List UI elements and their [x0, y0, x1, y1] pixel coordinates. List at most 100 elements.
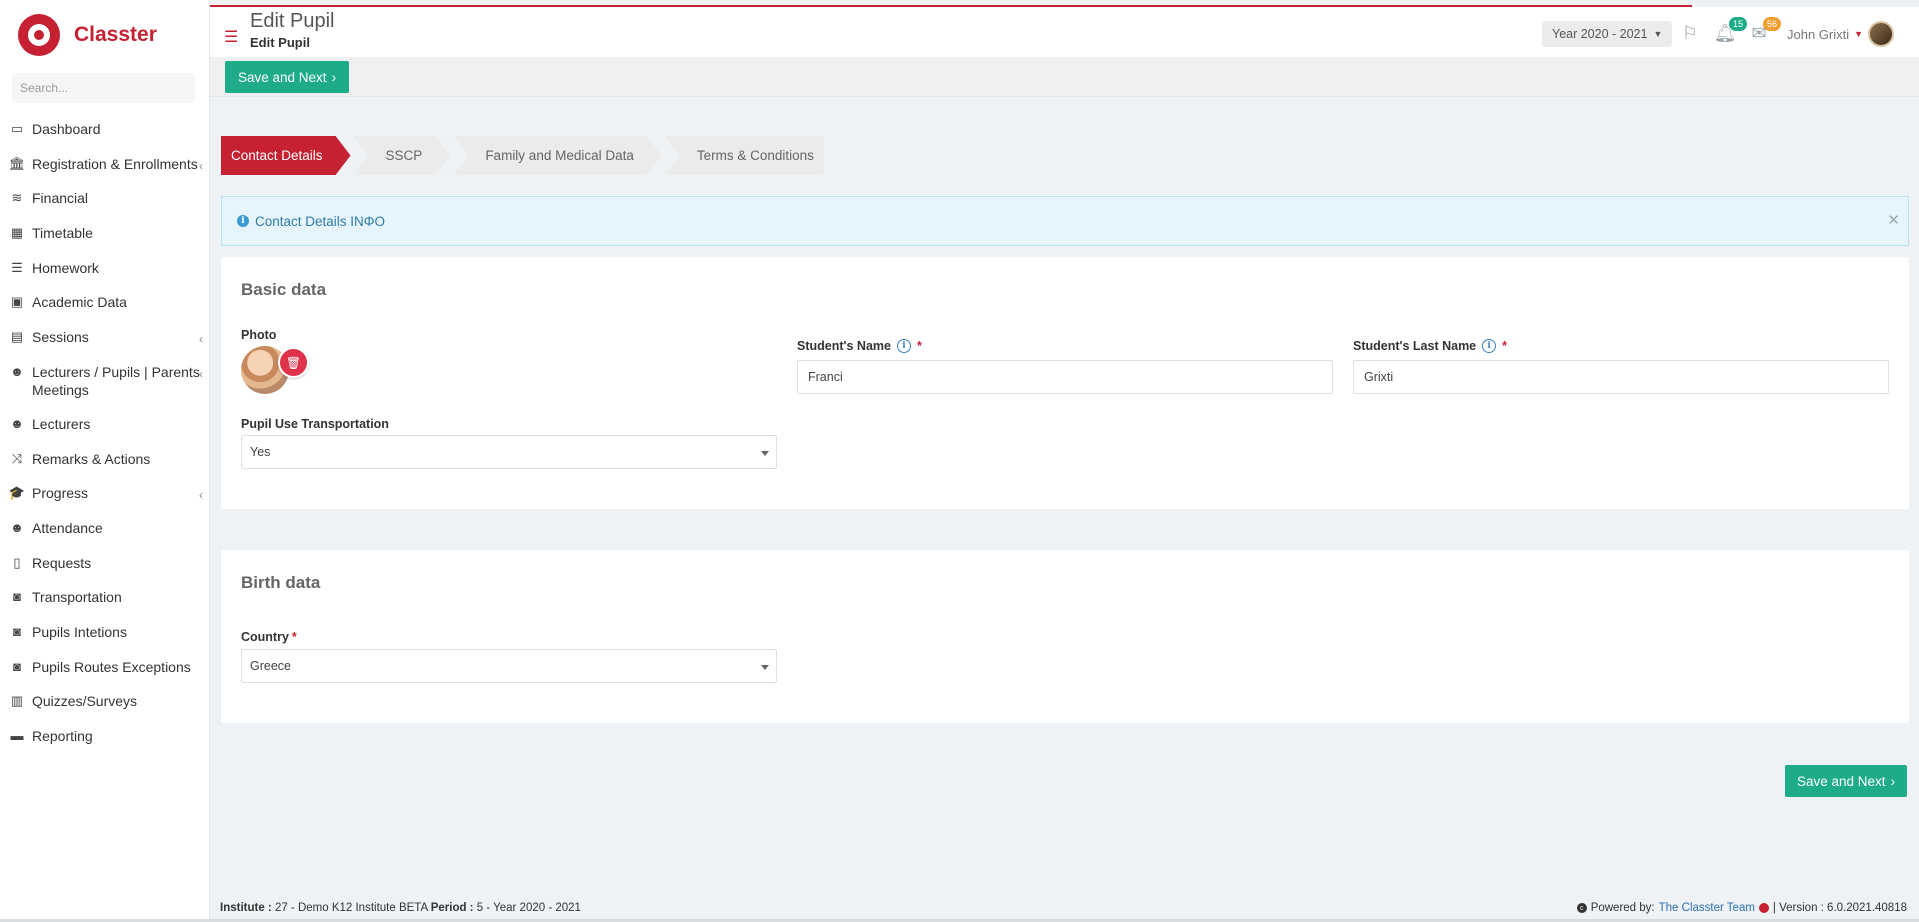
bus-icon: ◙	[13, 623, 21, 639]
sidebar-item-label: Homework	[32, 259, 99, 276]
period-label: Period :	[430, 902, 474, 914]
last-name-label: Student's Last Name i *	[1353, 339, 1507, 353]
sidebar-item-reporting[interactable]: ▬ Reporting	[0, 720, 209, 755]
wizard-step-family-and-medical-data[interactable]: Family and Medical Data	[453, 136, 662, 175]
sidebar-item-timetable[interactable]: ▦ Timetable	[0, 217, 209, 252]
required-marker: *	[916, 339, 922, 353]
wizard-step-contact-details[interactable]: Contact Details	[221, 136, 351, 175]
sidebar-item-label: Remarks & Actions	[32, 450, 151, 467]
chevron-left-icon: ‹	[199, 332, 203, 347]
user-name: John Grixti	[1787, 26, 1850, 42]
close-icon[interactable]: ✕	[1887, 211, 1900, 229]
footer: Institute : 27 - Demo K12 Institute BETA…	[210, 896, 1919, 920]
country-value: Greece	[250, 659, 291, 673]
search-box[interactable]	[12, 73, 195, 103]
users-icon: ☻	[10, 415, 24, 431]
section-title: Birth data	[241, 573, 321, 592]
save-next-label: Save and Next	[1797, 773, 1886, 789]
sidebar-item-registration-enrollments[interactable]: 🏛 Registration & Enrollments ‹	[0, 148, 209, 183]
shuffle-icon: ⤨	[11, 450, 23, 466]
birth-data-panel: Birth data Country * Greece	[221, 550, 1909, 723]
sidebar-item-label: Pupils Intetions	[32, 623, 127, 640]
bell-icon[interactable]: 🔔︎ 15	[1713, 17, 1747, 45]
period-value: 5 - Year 2020 - 2021	[473, 902, 581, 914]
sidebar-item-attendance[interactable]: ☻ Attendance	[0, 512, 209, 547]
save-next-button[interactable]: Save and Next ›	[225, 61, 350, 93]
transport-select[interactable]: Yes	[241, 435, 777, 469]
envelope-icon[interactable]: ✉ 56	[1747, 17, 1781, 45]
year-selector-label: Year 2020 - 2021	[1552, 27, 1648, 41]
team-link[interactable]: The Classter Team	[1659, 902, 1755, 914]
sidebar-item-label: Progress	[32, 485, 89, 502]
messages-badge: 56	[1763, 17, 1781, 31]
sidebar-item-label: Attendance	[32, 519, 103, 536]
sidebar-item-progress[interactable]: 🎓 Progress ‹	[0, 477, 209, 512]
user-menu[interactable]: John Grixti ▼	[1787, 21, 1895, 47]
year-selector[interactable]: Year 2020 - 2021 ▼	[1542, 21, 1673, 47]
powered-label: Powered by:	[1590, 902, 1655, 914]
toolbar: Save and Next ›	[210, 57, 1919, 97]
sidebar-item-label: Lecturers / Pupils | Parents Meetings	[32, 363, 200, 398]
user-times-icon: ☻	[10, 519, 24, 535]
sidebar-item-dashboard[interactable]: ▭ Dashboard	[0, 113, 209, 148]
info-alert: i Contact Details INΦO ✕	[221, 196, 1909, 246]
info-icon[interactable]: i	[1482, 339, 1497, 353]
wizard-step-terms-conditions[interactable]: Terms & Conditions	[664, 136, 824, 175]
sidebar-item-lecturers[interactable]: ☻ Lecturers	[0, 408, 209, 443]
transport-label-text: Pupil Use Transportation	[241, 417, 389, 431]
sidebar-item-label: Financial	[32, 190, 89, 207]
calendar-icon: ▦	[10, 225, 24, 241]
required-marker: *	[1502, 339, 1508, 353]
sidebar-item-pupils-intetions[interactable]: ◙ Pupils Intetions	[0, 616, 209, 651]
wizard-step-sscp[interactable]: SSCP	[354, 136, 451, 175]
clipboard-icon: ▥	[10, 693, 24, 709]
country-select[interactable]: Greece	[241, 649, 777, 683]
sidebar-item-requests[interactable]: ▯ Requests	[0, 547, 209, 582]
logo[interactable]: Classter	[0, 0, 209, 70]
avatar	[1868, 21, 1895, 47]
info-icon: i	[237, 215, 249, 227]
hamburger-menu-icon[interactable]: ☰	[224, 27, 238, 47]
search-input[interactable]	[20, 81, 195, 95]
footer-institute-info: Institute : 27 - Demo K12 Institute BETA…	[220, 902, 581, 914]
sidebar-item-academic-data[interactable]: ▣ Academic Data	[0, 286, 209, 321]
sidebar-item-quizzes-surveys[interactable]: ▥ Quizzes/Surveys	[0, 685, 209, 720]
info-icon[interactable]: i	[896, 339, 911, 353]
institution-icon: 🏛	[8, 155, 26, 171]
photo-label-text: Photo	[241, 328, 277, 342]
sidebar-item-homework[interactable]: ☰ Homework	[0, 252, 209, 287]
section-title: Basic data	[241, 280, 327, 299]
first-name-field[interactable]: Franci	[797, 360, 1333, 394]
sidebar-item-financial[interactable]: ≋ Financial	[0, 182, 209, 217]
sidebar-item-sessions[interactable]: ▤ Sessions ‹	[0, 321, 209, 356]
caret-down-icon	[761, 665, 769, 670]
caret-down-icon: ▼	[1653, 29, 1663, 39]
last-name-field[interactable]: Grixti	[1353, 360, 1889, 394]
id-card-icon: ▣	[10, 294, 24, 310]
sidebar-item-pupils-routes-exceptions[interactable]: ◙ Pupils Routes Exceptions	[0, 651, 209, 686]
required-marker: *	[291, 630, 297, 644]
transport-label: Pupil Use Transportation	[241, 417, 389, 431]
sidebar-item-label: Requests	[32, 554, 92, 571]
sidebar-item-lecturers-pupils-parents-meetings[interactable]: ☻ Lecturers / Pupils | Parents Meetings ‹	[0, 356, 209, 408]
sidebar-item-label: Registration & Enrollments	[32, 155, 198, 172]
classter-logo-icon	[1758, 903, 1769, 913]
sidebar-item-transportation[interactable]: ◙ Transportation	[0, 581, 209, 616]
sidebar-item-label: Pupils Routes Exceptions	[32, 658, 191, 675]
trash-icon[interactable]: 🗑︎	[278, 347, 309, 378]
chevron-right-icon: ›	[1890, 773, 1896, 789]
file-icon: ▯	[13, 554, 21, 570]
save-next-label: Save and Next	[238, 69, 327, 85]
country-label: Country *	[241, 630, 297, 644]
save-next-button[interactable]: Save and Next ›	[1785, 765, 1908, 797]
bus-icon: ◙	[13, 658, 21, 674]
graduation-cap-icon: 🎓	[8, 485, 26, 501]
page-title: Edit Pupil	[250, 10, 335, 32]
flag-icon[interactable]: ⚐	[1678, 21, 1702, 45]
chevron-left-icon: ‹	[199, 158, 203, 173]
sidebar-item-remarks-actions[interactable]: ⤨ Remarks & Actions	[0, 443, 209, 478]
header: ☰ Edit Pupil Edit Pupil Year 2020 - 2021…	[210, 7, 1919, 57]
institute-label: Institute :	[220, 902, 272, 914]
chevron-left-icon: ‹	[199, 366, 203, 381]
page-subtitle: Edit Pupil	[250, 35, 310, 50]
